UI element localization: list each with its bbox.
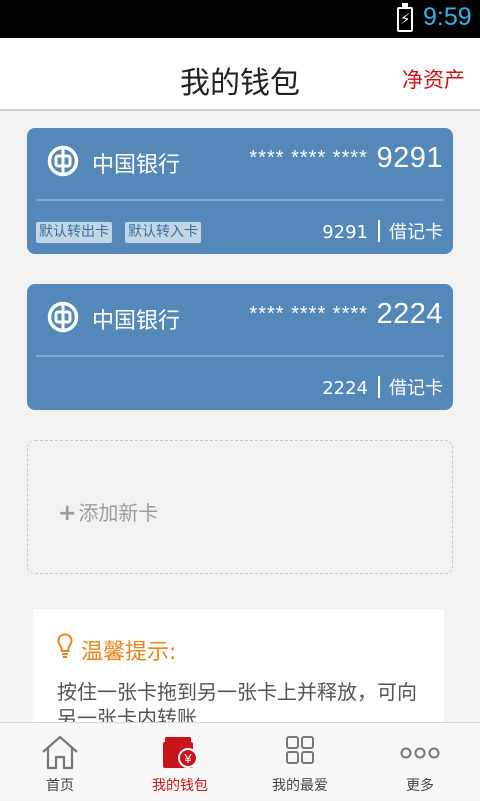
card-number: **** **** **** 9291: [249, 142, 443, 175]
nav-more-label: 更多: [406, 778, 434, 794]
tip-panel: 温馨提示: 按住一张卡拖到另一张卡上并释放，可向另一张卡内转账: [33, 609, 444, 739]
card-bank-name: 中国银行: [92, 153, 181, 178]
card-divider: [36, 355, 444, 357]
battery-charging-icon: ⚡: [397, 3, 413, 32]
add-card-button[interactable]: + 添加新卡: [27, 440, 453, 574]
card-number: **** **** **** 2224: [249, 298, 443, 331]
more-dots-icon: [400, 747, 440, 759]
bottom-nav: 首页 ¥ 我的钱包 我的最爱 更多: [0, 722, 480, 800]
svg-text:¥: ¥: [183, 751, 192, 766]
card-foot-separator: [378, 220, 380, 242]
home-icon: [42, 735, 78, 770]
card-number-mask: **** **** ****: [249, 303, 368, 325]
card-type: 借记卡: [389, 222, 443, 243]
nav-home[interactable]: 首页: [0, 723, 120, 801]
nav-wallet-label: 我的钱包: [152, 778, 208, 794]
card-number-mask: **** **** ****: [249, 147, 368, 169]
app-header: 我的钱包 净资产: [0, 38, 480, 111]
nav-more[interactable]: 更多: [360, 723, 480, 801]
lightbulb-icon: [57, 633, 73, 658]
bank-of-china-logo-icon: [47, 145, 79, 177]
add-card-label: + 添加新卡: [58, 497, 158, 526]
card-number-last4: 2224: [376, 298, 443, 330]
card-bank-name: 中国银行: [92, 309, 181, 334]
default-out-tag: 默认转出卡: [36, 222, 112, 243]
nav-home-label: 首页: [46, 778, 74, 794]
card-number-last4: 9291: [376, 142, 443, 174]
card-divider: [36, 199, 444, 201]
nav-favorites[interactable]: 我的最爱: [240, 723, 360, 801]
nav-wallet[interactable]: ¥ 我的钱包: [120, 723, 240, 801]
favorites-grid-icon: [286, 736, 314, 764]
status-bar: ⚡ 9:59: [0, 0, 480, 38]
tip-title: 温馨提示:: [81, 640, 177, 665]
plus-icon: +: [58, 501, 77, 526]
wallet-icon: ¥: [163, 737, 198, 768]
card-type: 借记卡: [389, 378, 443, 399]
nav-favorites-label: 我的最爱: [272, 778, 328, 794]
add-card-text: 添加新卡: [78, 501, 159, 525]
status-clock: 9:59: [423, 3, 472, 31]
card-foot-last4: 9291: [322, 222, 368, 243]
default-in-tag: 默认转入卡: [125, 222, 201, 243]
bank-card[interactable]: 中国银行 **** **** **** 2224 2224 借记卡: [27, 284, 453, 410]
bank-of-china-logo-icon: [47, 301, 79, 333]
card-foot-last4: 2224: [322, 378, 368, 399]
card-footer: 2224 借记卡: [322, 374, 443, 400]
net-assets-button[interactable]: 净资产: [402, 64, 465, 94]
card-foot-separator: [378, 376, 380, 398]
card-footer: 9291 借记卡: [322, 218, 443, 244]
bank-card[interactable]: 中国银行 **** **** **** 9291 默认转出卡 默认转入卡 929…: [27, 128, 453, 254]
